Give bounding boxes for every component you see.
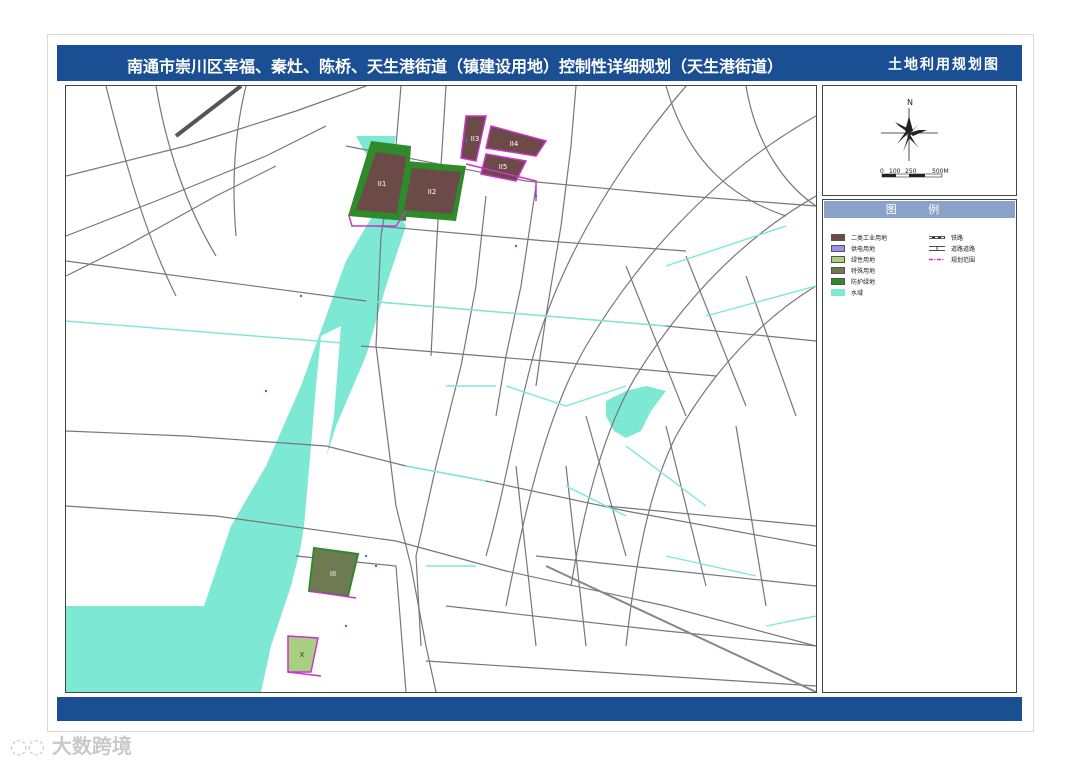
scale-label: 250 [905,168,917,175]
north-arrow: N [881,98,943,178]
land-use-map[interactable]: II1 II2 II3 II4 II5 III X [65,85,817,693]
legend-swatch [831,256,845,263]
legend-swatch [831,245,845,252]
parcel-label: II3 [471,135,480,143]
legend-label: 规划范围 [951,257,976,264]
legend-label: 供电用地 [851,246,876,253]
legend-item: 水域 [831,288,863,297]
legend-item: 道路道路 [929,244,975,253]
page-title: 南通市崇川区幸福、秦灶、陈桥、天生港街道（镇建设用地）控制性详细规划（天生港街道… [127,57,784,76]
legend-panel: 图 例 二类工业用地 供电用地 绿性用地 特殊用地 防护绿地 水域 铁路 道路道… [822,199,1017,693]
legend-item: 铁路 [929,233,963,242]
boundary-symbol [929,258,945,261]
watermark-logo-icon: ◌◌ [10,734,52,758]
legend-label: 铁路 [951,235,964,242]
legend-item: 绿性用地 [831,255,875,264]
lake [606,386,666,438]
legend-item: 二类工业用地 [831,233,887,242]
legend-swatch [831,278,845,285]
parcel-label: II5 [499,163,508,171]
watermark-text: 大数跨境 [51,734,132,758]
parcel-label: II2 [428,188,437,196]
scale-label: 0 [880,168,884,175]
watermark: ◌◌ 大数跨境 [10,730,132,759]
map-canvas: II1 II2 II3 II4 II5 III X [66,86,816,692]
parcel-label: II4 [510,140,519,148]
parcel-label: X [300,651,305,659]
legend-label: 绿性用地 [851,257,876,264]
legend-label: 二类工业用地 [851,235,888,242]
water-bodies [66,136,666,692]
footer-bar [57,697,1022,721]
legend-item: 特殊用地 [831,266,875,275]
scale-label: 500M [932,168,949,175]
legend-item: 规划范围 [929,255,975,264]
map-subtitle: 土地利用规划图 [888,57,1000,73]
legend-label: 防护绿地 [851,279,876,286]
compass-panel: N 0 100 250 500M [822,85,1017,196]
title-bar: 南通市崇川区幸福、秦灶、陈桥、天生港街道（镇建设用地）控制性详细规划（天生港街道… [57,45,1022,81]
scale-label: 100 [889,168,901,175]
north-label: N [907,98,913,107]
parcel-label: II1 [378,180,387,188]
legend-label: 道路道路 [951,246,976,253]
railway-symbol [929,236,945,239]
main-river [66,136,406,692]
legend-item: 供电用地 [831,244,875,253]
legend-label: 水域 [851,290,864,297]
legend-swatch [831,267,845,274]
legend-label: 特殊用地 [851,268,876,275]
legend-item: 防护绿地 [831,277,875,286]
legend-title: 图 例 [824,201,1015,218]
parcel-label: III [330,570,336,578]
road-symbol [929,246,945,251]
legend-swatch [831,234,845,241]
legend-swatch [831,289,845,296]
